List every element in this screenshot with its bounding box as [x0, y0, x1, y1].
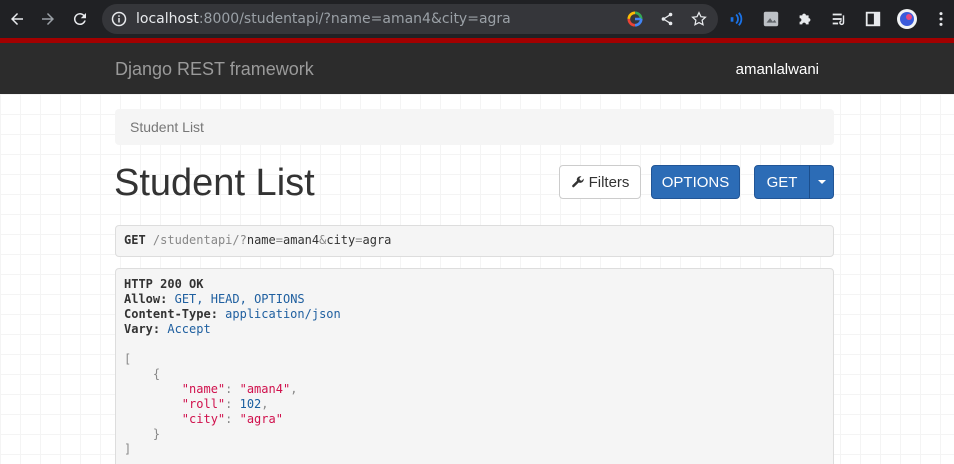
query-param-key: city — [326, 233, 356, 247]
profile-avatar[interactable] — [896, 8, 918, 30]
browser-toolbar: localhost:8000/studentapi/?name=aman4&ci… — [0, 0, 954, 38]
forward-arrow-icon[interactable] — [36, 7, 60, 31]
menu-dots-icon[interactable] — [930, 8, 952, 30]
json-open-bracket: [ — [124, 352, 132, 366]
response-header-key: Allow: — [124, 292, 168, 306]
request-path: /studentapi/ — [152, 233, 240, 247]
request-method: GET — [124, 233, 146, 247]
star-icon[interactable] — [690, 10, 708, 28]
info-icon[interactable] — [111, 11, 127, 27]
url-host: localhost — [136, 11, 199, 27]
response-header-value: GET, HEAD, OPTIONS — [174, 292, 305, 306]
response-header-value: Accept — [167, 322, 211, 336]
url-text[interactable]: localhost:8000/studentapi/?name=aman4&ci… — [136, 11, 511, 27]
json-key: "name" — [181, 382, 226, 396]
sidebar-icon[interactable] — [862, 8, 884, 30]
caret-down-icon — [817, 180, 826, 184]
json-value: "agra" — [239, 412, 283, 426]
response-header-value: application/json — [225, 307, 341, 321]
puzzle-icon[interactable] — [794, 8, 816, 30]
user-menu[interactable]: amanlalwani — [736, 61, 819, 78]
reload-icon[interactable] — [68, 7, 92, 31]
query-eq: = — [275, 233, 283, 247]
get-format-dropdown[interactable] — [809, 165, 834, 199]
filters-button[interactable]: Filters — [559, 165, 641, 199]
json-close-bracket: ] — [124, 442, 132, 456]
options-label: OPTIONS — [661, 173, 730, 191]
query-param-value: agra — [362, 233, 392, 247]
response-header-key: Vary: — [124, 322, 161, 336]
address-bar[interactable]: localhost:8000/studentapi/?name=aman4&ci… — [102, 4, 718, 34]
get-button[interactable]: GET — [754, 165, 810, 199]
share-icon[interactable] — [658, 10, 676, 28]
json-close-brace: } — [152, 427, 161, 441]
options-button[interactable]: OPTIONS — [651, 165, 740, 199]
queue-icon[interactable] — [828, 8, 850, 30]
response-header-key: Content-Type: — [124, 307, 218, 321]
breadcrumb: Student List — [115, 109, 834, 145]
json-key: "roll" — [181, 397, 226, 411]
media-icon[interactable] — [726, 8, 748, 30]
json-key: "city" — [181, 412, 226, 426]
response-status: HTTP 200 OK — [124, 277, 204, 291]
filters-label: Filters — [588, 173, 630, 191]
brand-link[interactable]: Django REST framework — [115, 59, 314, 80]
wrench-icon — [571, 176, 584, 188]
json-value: 102 — [239, 397, 262, 411]
request-info: GET /studentapi/?name=aman4&city=agra — [115, 225, 834, 257]
google-icon[interactable] — [626, 10, 644, 28]
back-arrow-icon[interactable] — [5, 7, 29, 31]
response-info: HTTP 200 OK Allow: GET, HEAD, OPTIONS Cont… — [115, 268, 834, 464]
query-eq: = — [355, 233, 363, 247]
query-mark: ? — [239, 233, 247, 247]
json-value: "aman4" — [239, 382, 291, 396]
url-path: :8000/studentapi/?name=aman4&city=agra — [198, 11, 511, 27]
query-param-value: aman4 — [283, 233, 320, 247]
page-title: Student List — [114, 162, 315, 204]
top-navbar: Django REST framework amanlalwani — [0, 43, 954, 94]
query-param-key: name — [246, 233, 276, 247]
get-label: GET — [766, 173, 798, 191]
json-open-brace: { — [152, 367, 161, 381]
extension-image-icon[interactable] — [760, 8, 782, 30]
breadcrumb-item[interactable]: Student List — [130, 119, 204, 135]
